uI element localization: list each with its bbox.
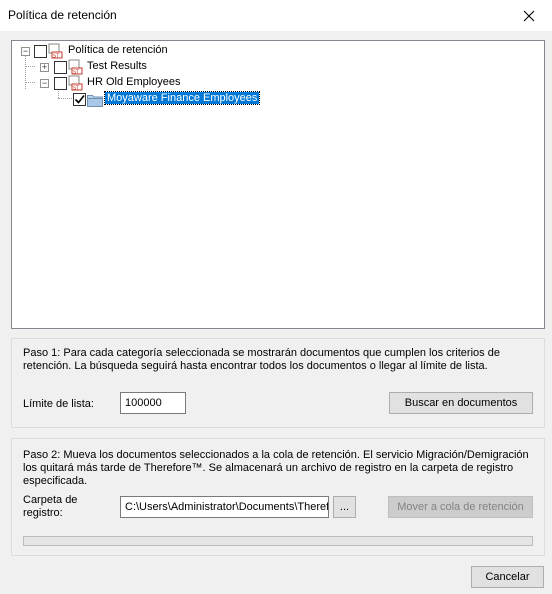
tree-line	[25, 82, 35, 83]
tree-item-test-results[interactable]: Test Results	[87, 60, 147, 72]
progress-bar	[23, 536, 533, 546]
title-bar: Política de retención	[0, 0, 552, 31]
cancel-button[interactable]: Cancelar	[471, 566, 544, 588]
category-tree[interactable]: − ST Política de retención + ST Test Res…	[11, 40, 545, 329]
cabinet-icon: ST	[68, 59, 83, 75]
folder-label-line1: Carpeta de	[23, 494, 78, 506]
folder-icon	[87, 95, 103, 107]
limit-input[interactable]: 100000	[120, 392, 186, 414]
collapse-icon[interactable]: −	[21, 47, 30, 56]
search-documents-button[interactable]: Buscar en documentos	[389, 392, 533, 414]
step1-description: Paso 1: Para cada categoría seleccionada…	[23, 347, 500, 372]
tree-root-label[interactable]: Política de retención	[68, 44, 168, 56]
collapse-icon[interactable]: −	[40, 79, 49, 88]
move-to-retention-queue-button[interactable]: Mover a cola de retención	[388, 496, 533, 518]
tree-item-hr-old-employees[interactable]: HR Old Employees	[87, 76, 181, 88]
checkmark-icon	[74, 95, 85, 104]
tree-line	[25, 55, 26, 89]
svg-text:ST: ST	[73, 86, 80, 92]
hr-old-employees-checkbox[interactable]	[54, 77, 67, 90]
close-icon	[523, 10, 535, 21]
moyaware-checkbox[interactable]	[73, 93, 86, 106]
step2-group: Paso 2: Mueva los documentos seleccionad…	[11, 438, 545, 556]
close-button[interactable]	[506, 0, 552, 31]
expand-icon[interactable]: +	[40, 63, 49, 72]
tree-line	[25, 66, 35, 67]
limit-label: Límite de lista:	[23, 398, 94, 410]
step2-description: Paso 2: Mueva los documentos seleccionad…	[23, 449, 529, 487]
test-results-checkbox[interactable]	[54, 61, 67, 74]
browse-button[interactable]: ...	[333, 496, 356, 518]
cabinet-icon: ST	[48, 43, 63, 60]
root-checkbox[interactable]	[34, 45, 47, 58]
cabinet-icon: ST	[68, 75, 83, 92]
step1-group: Paso 1: Para cada categoría seleccionada…	[11, 338, 545, 428]
folder-label-line2: registro:	[23, 507, 63, 519]
log-folder-input[interactable]: C:\Users\Administrator\Documents\Therefo…	[120, 496, 329, 518]
svg-text:ST: ST	[53, 54, 60, 60]
window-title: Política de retención	[8, 8, 117, 22]
tree-item-moyaware-finance-employees[interactable]: Moyaware Finance Employees	[103, 91, 261, 105]
tree-line	[58, 98, 72, 99]
